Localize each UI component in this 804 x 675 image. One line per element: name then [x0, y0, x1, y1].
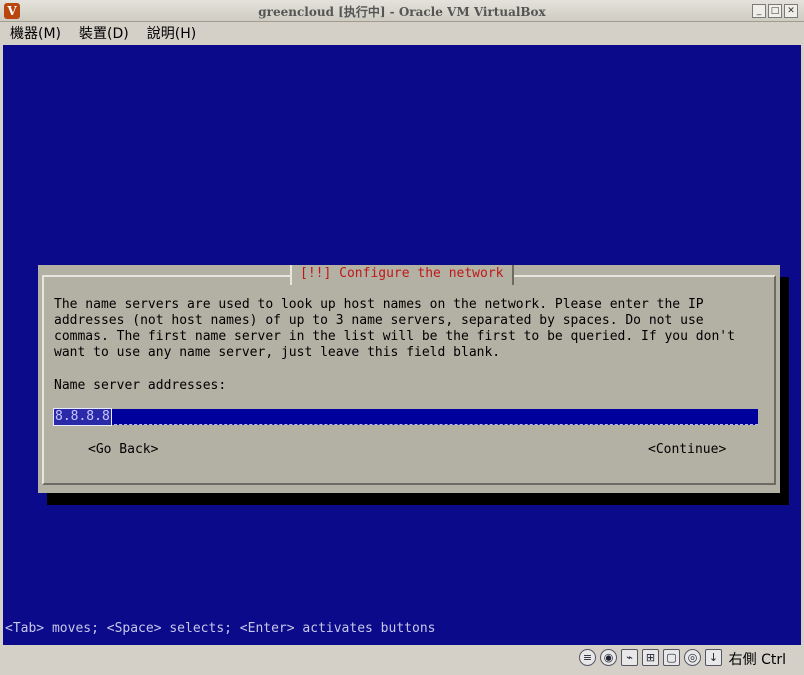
window-titlebar[interactable]: V greencloud [执行中] - Oracle VM VirtualBo… [0, 0, 804, 22]
menubar: 機器(M) 裝置(D) 說明(H) [0, 22, 804, 44]
vm-screen[interactable]: [!!] Configure the network The name serv… [3, 45, 801, 645]
minimize-button[interactable]: _ [752, 4, 766, 18]
network-icon[interactable]: ⊞ [642, 649, 659, 666]
name-server-input[interactable]: 8.8.8.8 [53, 408, 758, 426]
host-key-label: 右側 Ctrl [728, 652, 786, 668]
dialog-description: The name servers are used to look up hos… [54, 297, 735, 360]
configure-network-dialog: [!!] Configure the network The name serv… [38, 265, 780, 493]
status-icons: ≡ ◉ ⌁ ⊞ ▢ ◎ ↓ [579, 649, 722, 666]
statusbar: ≡ ◉ ⌁ ⊞ ▢ ◎ ↓ 右側 Ctrl [0, 645, 804, 675]
menu-devices[interactable]: 裝置(D) [79, 23, 129, 43]
cd-icon[interactable]: ◉ [600, 649, 617, 666]
keyboard-help-line: <Tab> moves; <Space> selects; <Enter> ac… [5, 621, 436, 636]
continue-button[interactable]: <Continue> [648, 442, 726, 457]
close-button[interactable]: ✕ [784, 4, 798, 18]
menu-machine[interactable]: 機器(M) [10, 23, 61, 43]
hdd-icon[interactable]: ≡ [579, 649, 596, 666]
usb-icon[interactable]: ⌁ [621, 649, 638, 666]
window-title: greencloud [执行中] - Oracle VM VirtualBox [258, 5, 546, 19]
name-server-label: Name server addresses: [54, 378, 227, 393]
capture-icon[interactable]: ↓ [705, 649, 722, 666]
menu-help[interactable]: 說明(H) [147, 23, 196, 43]
name-server-value[interactable]: 8.8.8.8 [53, 408, 112, 426]
go-back-button[interactable]: <Go Back> [88, 442, 158, 457]
window-controls: _ □ ✕ [752, 4, 798, 18]
maximize-button[interactable]: □ [768, 4, 782, 18]
shared-folder-icon[interactable]: ▢ [663, 649, 680, 666]
dialog-title: [!!] Configure the network [290, 265, 514, 285]
mouse-integration-icon[interactable]: ◎ [684, 649, 701, 666]
